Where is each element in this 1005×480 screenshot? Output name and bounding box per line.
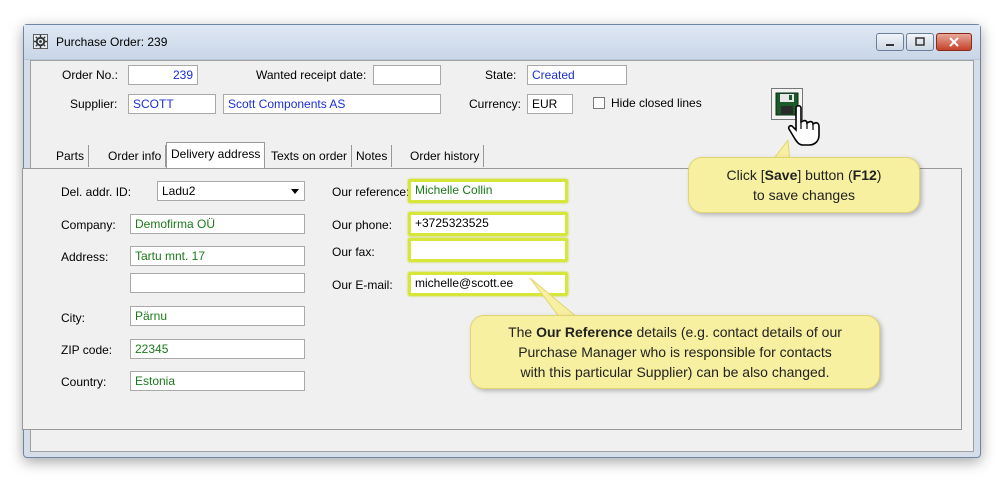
our-fax-label: Our fax: [332, 245, 375, 259]
state-label: State: [485, 68, 517, 82]
reference-callout: The Our Reference details (e.g. contact … [470, 315, 880, 389]
reference-callout-line3: with this particular Supplier) can be al… [520, 364, 830, 380]
save-callout-key: F12 [852, 167, 877, 183]
our-phone-label: Our phone: [332, 218, 393, 232]
tab-texts-on-order[interactable]: Texts on order [267, 145, 353, 167]
close-icon [949, 37, 959, 47]
save-callout-text-post: ) [876, 167, 882, 183]
state-field[interactable]: Created [527, 65, 627, 85]
tab-notes[interactable]: Notes [352, 145, 393, 167]
minimize-icon [886, 44, 894, 46]
address-label: Address: [61, 250, 109, 264]
order-no-label: Order No.: [62, 68, 119, 82]
window-title: Purchase Order: 239 [56, 35, 168, 49]
wanted-receipt-date-label: Wanted receipt date: [256, 68, 367, 82]
hide-closed-lines-checkbox[interactable] [593, 97, 605, 109]
supplier-code-field[interactable]: SCOTT [128, 94, 216, 114]
company-label: Company: [61, 218, 116, 232]
our-email-label: Our E-mail: [332, 278, 393, 292]
address-line1-field[interactable]: Tartu mnt. 17 [130, 246, 305, 266]
city-label: City: [61, 311, 85, 325]
our-phone-field[interactable]: +3725323525 [408, 212, 568, 236]
country-label: Country: [61, 375, 107, 389]
reference-callout-bold: Our Reference [536, 324, 633, 340]
supplier-label: Supplier: [70, 97, 118, 111]
zip-code-field[interactable]: 22345 [130, 339, 305, 359]
tab-order-info[interactable]: Order info [104, 145, 167, 167]
reference-callout-text: The [508, 324, 537, 340]
save-callout-text-mid: ] button ( [797, 167, 853, 183]
minimize-button[interactable] [876, 33, 904, 51]
title-bar[interactable]: Purchase Order: 239 [24, 25, 980, 60]
del-addr-id-value: Ladu2 [162, 184, 196, 198]
zip-code-label: ZIP code: [61, 343, 113, 357]
our-fax-field[interactable] [408, 238, 568, 262]
save-callout-line1: Click [Save] button (F12) [689, 165, 919, 185]
save-callout-line2: to save changes [753, 187, 855, 203]
country-field[interactable]: Estonia [130, 371, 305, 391]
close-button[interactable] [936, 33, 972, 51]
gear-icon [33, 34, 48, 49]
reference-callout-text-post: details (e.g. contact details of our [632, 324, 842, 340]
save-callout-text: Click [ [726, 167, 765, 183]
maximize-button[interactable] [906, 33, 934, 51]
del-addr-id-dropdown[interactable]: Ladu2 [157, 181, 305, 201]
tab-order-history[interactable]: Order history [406, 145, 485, 167]
currency-field[interactable]: EUR [527, 94, 573, 114]
company-field[interactable]: Demofirma OÜ [130, 214, 305, 234]
tab-delivery-address[interactable]: Delivery address [166, 142, 266, 170]
tab-parts[interactable]: Parts [52, 145, 90, 167]
supplier-name-field[interactable]: Scott Components AS [223, 94, 441, 114]
hide-closed-lines-label: Hide closed lines [611, 96, 702, 110]
save-callout-bold: Save [764, 167, 798, 183]
maximize-icon [915, 37, 925, 46]
reference-callout-pointer [529, 278, 579, 318]
city-field[interactable]: Pärnu [130, 306, 305, 326]
our-reference-label: Our reference: [332, 185, 410, 199]
reference-callout-line2: Purchase Manager who is responsible for … [518, 344, 832, 360]
wanted-receipt-date-field[interactable] [373, 65, 441, 85]
order-no-field[interactable]: 239 [128, 65, 198, 85]
del-addr-id-label: Del. addr. ID: [61, 185, 132, 199]
currency-label: Currency: [469, 97, 522, 111]
chevron-down-icon[interactable] [288, 184, 302, 198]
address-line2-field[interactable] [130, 273, 305, 293]
our-reference-field[interactable]: Michelle Collin [408, 179, 568, 203]
reference-callout-line1: The Our Reference details (e.g. contact … [471, 322, 879, 342]
save-callout: Click [Save] button (F12) to save change… [688, 157, 920, 213]
